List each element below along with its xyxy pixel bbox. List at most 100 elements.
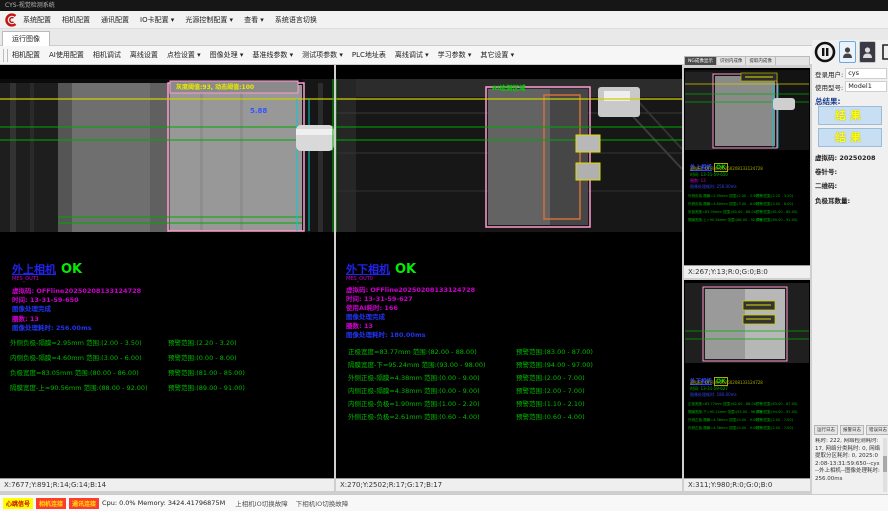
camera2-warn-row: 预警范围:(2.00 - 7.00) bbox=[516, 385, 585, 395]
tab-count-label: 负极耳数量: bbox=[815, 195, 850, 205]
heartbeat-badge: 心跳信号 bbox=[3, 498, 33, 509]
logout-button[interactable] bbox=[879, 42, 888, 62]
result-box-2: 结果 bbox=[818, 128, 882, 147]
camera1-meas-row: 隔膜宽度-上=90.56mm 范围:(88.00 - 92.00) bbox=[10, 382, 148, 392]
model-value[interactable]: Model1 bbox=[845, 81, 887, 92]
preview1-warn-row: 预警范围:(2.20 - 3.20) bbox=[756, 194, 793, 199]
preview1-warn-row: 预警范围:(89.00 - 91.00) bbox=[756, 218, 797, 223]
log-button-row: 运行日志 报警日志 错误日志 bbox=[814, 425, 888, 435]
preview1-view[interactable]: 外上相机OK 虚拟码: OFFline20250208133124728 时间:… bbox=[684, 68, 810, 278]
camera1-warn-row: 预警范围:(81.00 - 85.00) bbox=[168, 367, 245, 377]
camera-connect-badge: 相机连接 bbox=[36, 498, 66, 509]
camera2-meas-row: 内侧正极-隔膜=4.38mm 范围:(0.00 - 9.00) bbox=[348, 385, 480, 395]
camera2-warn-row: 预警范围:(94.00 - 97.00) bbox=[516, 359, 593, 369]
model-label: 使用型号: bbox=[815, 82, 843, 92]
user-manage-button[interactable] bbox=[859, 41, 876, 63]
menu-comm-config[interactable]: 通讯配置 bbox=[101, 15, 129, 25]
preview1-image[interactable] bbox=[685, 70, 809, 150]
camera1-ok-status: OK bbox=[61, 262, 82, 277]
preview2-meas-row: 内侧正极-隔膜=4.38mm 范围:(0.00 - 9.00) bbox=[688, 426, 759, 431]
log-button-alarm[interactable]: 报警日志 bbox=[840, 425, 864, 435]
tool-image-process[interactable]: 图像处理 ▾ bbox=[210, 50, 244, 60]
preview2-warn-row: 预警范围:(2.00 - 7.00) bbox=[756, 418, 793, 423]
sidebar-virtual-code: 虚拟码: 20250208 bbox=[815, 152, 876, 162]
main-area: 灰度阈值:93, 动态阈值:100 5.88 外上相机OK MES_OUT1 虚… bbox=[0, 65, 888, 494]
camera1-warn-row: 预警范围:(0.00 - 8.00) bbox=[168, 352, 237, 362]
tool-camera-config[interactable]: 相机配置 bbox=[12, 50, 40, 60]
tool-learn-params[interactable]: 学习参数 ▾ bbox=[438, 50, 472, 60]
tool-ai-config[interactable]: AI使用配置 bbox=[49, 50, 84, 60]
preview1-meas-row: 内侧负极-隔膜=4.60mm 范围:(3.00 - 6.00) bbox=[688, 202, 759, 207]
log-text: 耗时: 222, 网络检测耗时: 17, 网络分类耗时: 0, 网络提取分区耗时… bbox=[815, 438, 881, 492]
camera1-meas-row: 负极宽度=83.05mm 范围:(80.00 - 86.00) bbox=[10, 367, 139, 377]
camera2-meas-row: 外侧正极-负极=2.61mm 范围:(0.60 - 4.00) bbox=[348, 411, 480, 421]
log-scrollbar-thumb[interactable] bbox=[883, 456, 887, 472]
log-scrollbar[interactable] bbox=[883, 438, 887, 492]
menu-view[interactable]: 查看 ▾ bbox=[244, 15, 264, 25]
tab-run-image[interactable]: 运行图像 bbox=[2, 31, 50, 47]
comm-connect-badge: 通讯连接 bbox=[69, 498, 99, 509]
camera2-meas-row: 内侧正极-负极=1.90mm 范围:(1.00 - 2.20) bbox=[348, 398, 480, 408]
camera1-warn-row: 预警范围:(89.00 - 91.00) bbox=[168, 382, 245, 392]
menu-light-config[interactable]: 光源控制配置 ▾ bbox=[185, 15, 233, 25]
camera2-image[interactable] bbox=[336, 79, 682, 232]
camera1-mes-tag: MES_OUT1 bbox=[12, 276, 39, 282]
log-button-error[interactable]: 错误日志 bbox=[866, 425, 888, 435]
preview2-elapsed: 图像处理耗时: 180.00ms bbox=[690, 392, 737, 398]
tool-offline-debug[interactable]: 离线调试 ▾ bbox=[395, 50, 429, 60]
tab-strip: 运行图像 bbox=[0, 29, 888, 46]
camera1-coordbar: X:7677;Y:891;R:14;G:14;B:14 bbox=[0, 478, 334, 491]
log-button-run[interactable]: 运行日志 bbox=[814, 425, 838, 435]
pause-button[interactable] bbox=[814, 41, 836, 63]
camera1-meas-row: 外侧负极-隔膜=2.95mm 范围:(2.00 - 3.50) bbox=[10, 337, 142, 347]
menu-io-config[interactable]: IO卡配置 ▾ bbox=[140, 15, 174, 25]
qrcode-label: 二维码: bbox=[815, 180, 837, 190]
camera2-elapsed: 图像处理耗时: 180.00ms bbox=[346, 329, 426, 339]
tool-camera-debug[interactable]: 相机调试 bbox=[93, 50, 121, 60]
result-box-1: 结果 bbox=[818, 106, 882, 125]
app-logo-icon bbox=[3, 13, 19, 27]
tool-plc-address[interactable]: PLC地址表 bbox=[352, 50, 386, 60]
upper-camera-fault: 上相机IO切换故障 bbox=[235, 498, 288, 508]
preview2-coordbar: X:311;Y:980;R:0;G:0;B:0 bbox=[684, 478, 810, 491]
camera2-mes-tag: MES_OUT0 bbox=[346, 276, 373, 282]
tool-other-setting[interactable]: 其它设置 ▾ bbox=[480, 50, 514, 60]
tool-test-params[interactable]: 测试项参数 ▾ bbox=[302, 50, 343, 60]
preview2-image[interactable] bbox=[685, 283, 809, 363]
camera2-meas-row: 外侧正极-隔膜=4.38mm 范围:(0.00 - 9.00) bbox=[348, 372, 480, 382]
title-bar: CYS-视觉检测系统 bbox=[0, 0, 888, 11]
login-user-label: 登录用户: bbox=[815, 69, 843, 79]
tool-offline-setting[interactable]: 离线设置 bbox=[130, 50, 158, 60]
menu-language-switch[interactable]: 系统语言切换 bbox=[275, 15, 317, 25]
camera1-process-done: 图像处理完成 bbox=[12, 303, 51, 313]
preview2-warn-row: 预警范围:(94.00 - 97.00) bbox=[756, 410, 797, 415]
login-user-button[interactable] bbox=[839, 41, 856, 63]
preview1-meas-row: 外侧负极-隔膜=2.95mm 范围:(2.00 - 3.50) bbox=[688, 194, 759, 199]
preview1-meas-row: 隔膜宽度-上=90.56mm 范围:(88.00 - 92.00) bbox=[688, 218, 762, 223]
camera1-warn-row: 预警范围:(2.20 - 3.20) bbox=[168, 337, 237, 347]
menu-camera-config[interactable]: 相机配置 bbox=[62, 15, 90, 25]
camera2-view[interactable]: AI检测区域 外下相机OK MES_OUT0 虚拟码: OFFline20250… bbox=[336, 65, 682, 491]
preview2-view[interactable]: 外下相机OK 虚拟码: OFFline20250208133124728 时间:… bbox=[684, 280, 810, 491]
camera1-view[interactable]: 灰度阈值:93, 动态阈值:100 5.88 外上相机OK MES_OUT1 虚… bbox=[0, 65, 334, 491]
preview1-warn-row: 预警范围:(0.00 - 8.00) bbox=[756, 202, 793, 207]
camera1-meas-row: 内侧负极-隔膜=4.60mm 范围:(3.00 - 6.00) bbox=[10, 352, 142, 362]
camera1-threshold-label: 灰度阈值:93, 动态阈值:100 bbox=[176, 82, 254, 91]
preview2-meas-row: 隔膜宽度-下=95.24mm 范围:(93.00 - 98.00) bbox=[688, 410, 762, 415]
login-user-value[interactable]: cys bbox=[845, 68, 887, 79]
needle-number-label: 卷针号: bbox=[815, 166, 837, 176]
preview1-elapsed: 图像处理耗时: 256.00ms bbox=[690, 184, 737, 190]
tool-spot-check[interactable]: 点检设置 ▾ bbox=[167, 50, 201, 60]
preview1-warn-row: 预警范围:(81.00 - 85.00) bbox=[756, 210, 797, 215]
preview1-coordbar: X:267;Y:13;R:0;G:0;B:0 bbox=[684, 265, 810, 278]
menu-system-config[interactable]: 系统配置 bbox=[23, 15, 51, 25]
window-title: CYS-视觉检测系统 bbox=[5, 2, 55, 9]
preview1-meas-row: 负极宽度=83.05mm 范围:(80.00 - 86.00) bbox=[688, 210, 757, 215]
camera2-warn-row: 预警范围:(83.00 - 87.00) bbox=[516, 346, 593, 356]
camera1-elapsed: 图像处理耗时: 256.00ms bbox=[12, 322, 92, 332]
camera1-image[interactable] bbox=[0, 79, 334, 232]
preview2-warn-row: 预警范围:(83.00 - 87.00) bbox=[756, 402, 797, 407]
camera2-warn-row: 预警范围:(0.60 - 4.00) bbox=[516, 411, 585, 421]
camera2-meas-row: 隔膜宽度-下=95.24mm 范围:(93.00 - 98.00) bbox=[348, 359, 486, 369]
tool-baseline-params[interactable]: 基准线参数 ▾ bbox=[252, 50, 293, 60]
